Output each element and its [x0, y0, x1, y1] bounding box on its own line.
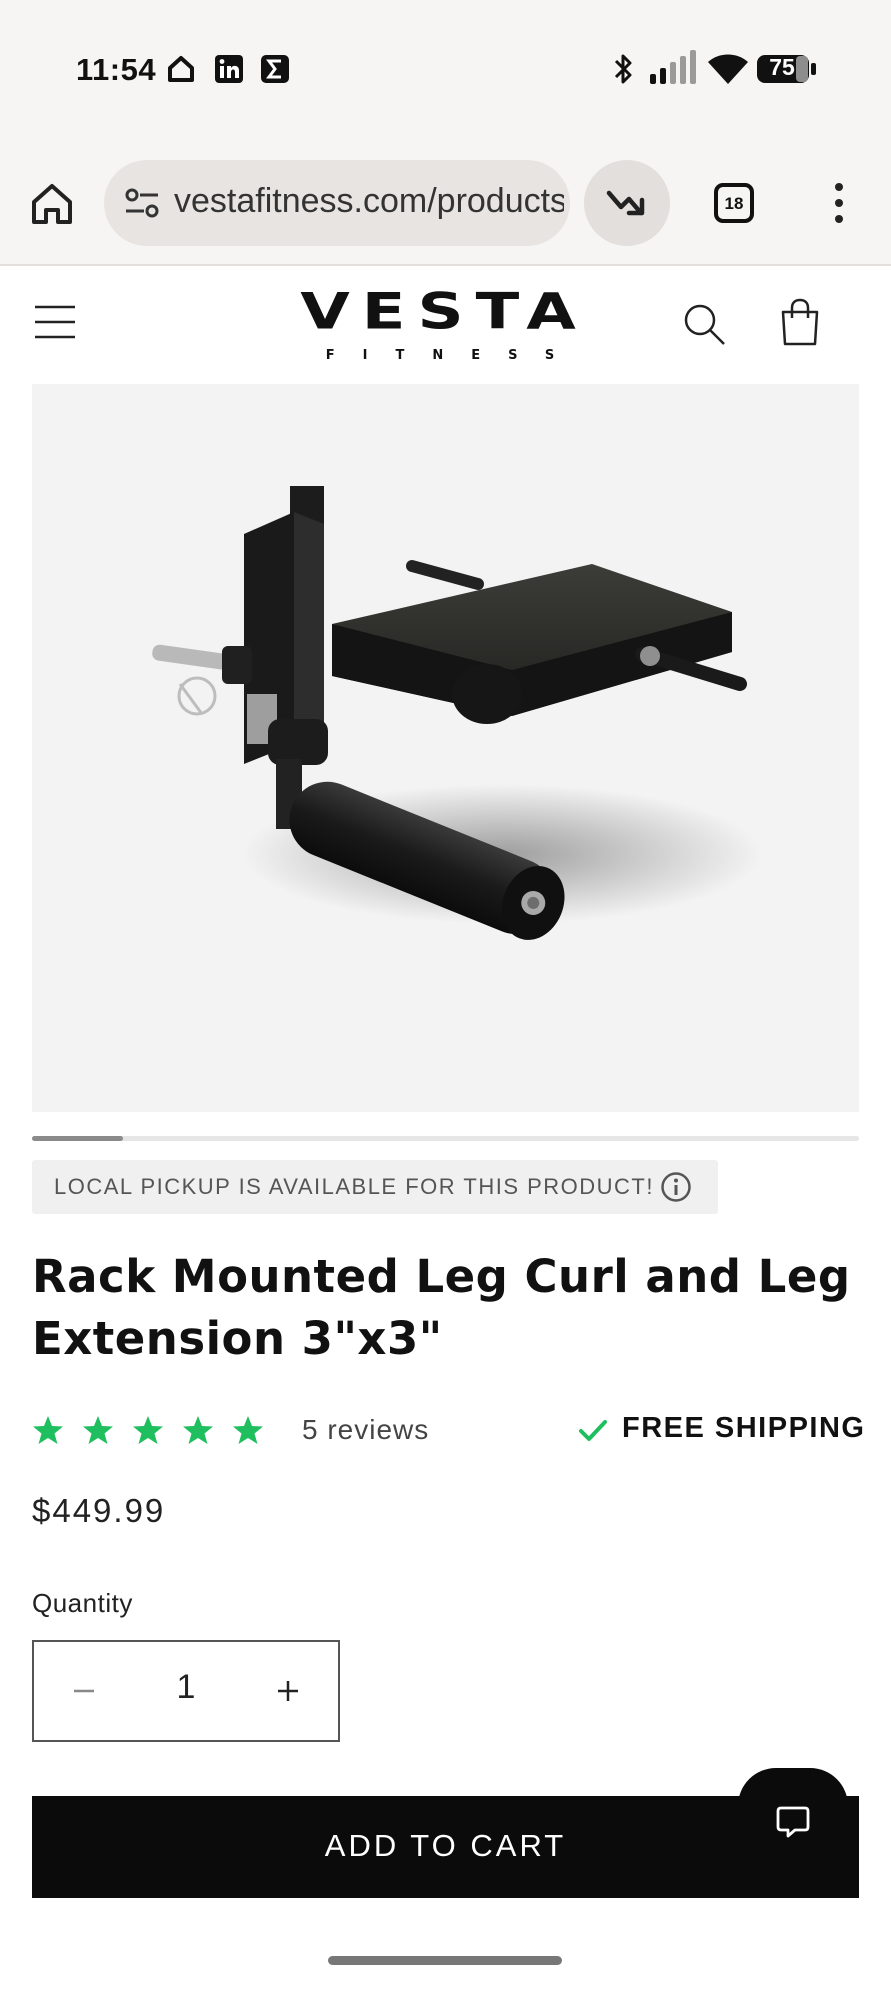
vesta-logo[interactable]: VESTA FITNESS — [258, 283, 630, 370]
more-options-icon[interactable] — [826, 180, 852, 226]
pickup-notice-text: LOCAL PICKUP IS AVAILABLE FOR THIS PRODU… — [54, 1174, 654, 1199]
quantity-stepper: 1 — [32, 1640, 340, 1742]
linkedin-icon — [215, 55, 243, 83]
quantity-input[interactable]: 1 — [134, 1668, 238, 1707]
star-icon — [133, 1416, 163, 1444]
status-bar: 11:54 75 — [0, 0, 891, 150]
product-price: $449.99 — [32, 1492, 166, 1529]
quantity-label: Quantity — [32, 1588, 133, 1618]
chat-bubble-icon — [776, 1806, 810, 1838]
sigma-icon — [261, 55, 289, 83]
bluetooth-icon — [614, 54, 632, 84]
browser-home-button[interactable] — [28, 180, 76, 228]
site-settings-icon[interactable] — [122, 185, 162, 221]
tab-switcher-button[interactable]: 18 — [714, 183, 754, 223]
leg-curl-attachment-image — [152, 486, 762, 940]
hamburger-menu-icon[interactable] — [34, 302, 76, 342]
info-icon[interactable] — [660, 1171, 692, 1203]
star-icon — [233, 1416, 263, 1444]
product-title: Rack Mounted Leg Curl and Leg Extension … — [32, 1250, 851, 1365]
gallery-scroll-thumb[interactable] — [32, 1136, 123, 1141]
chat-button[interactable] — [738, 1768, 848, 1876]
add-to-cart-label: ADD TO CART — [324, 1828, 567, 1863]
url-text: vestafitness.com/products/rack-mounted-l… — [174, 182, 564, 220]
tab-count: 18 — [724, 194, 744, 213]
star-icon — [33, 1416, 63, 1444]
shipping-text: FREE SHIPPING — [622, 1412, 866, 1444]
product-image[interactable] — [32, 384, 859, 1112]
reviews-count-link[interactable]: 5 reviews — [302, 1414, 429, 1446]
logo-wordmark: VESTA — [300, 283, 588, 342]
gesture-home-indicator[interactable] — [328, 1956, 562, 1965]
gallery-scroll-track[interactable] — [32, 1136, 859, 1141]
star-icon — [83, 1416, 113, 1444]
search-icon[interactable] — [682, 302, 726, 346]
logo-subtitle: FITNESS — [325, 348, 583, 363]
price-tracking-button[interactable] — [584, 160, 670, 246]
increase-quantity-button[interactable] — [238, 1642, 338, 1740]
site-header: VESTA FITNESS — [0, 268, 891, 380]
address-bar[interactable]: vestafitness.com/products/rack-mounted-l… — [104, 160, 570, 246]
status-time: 11:54 — [76, 52, 157, 87]
signal-icon — [650, 50, 696, 84]
decrease-quantity-button[interactable] — [34, 1642, 134, 1740]
browser-toolbar: vestafitness.com/products/rack-mounted-l… — [0, 150, 891, 266]
home-icon — [168, 56, 194, 82]
battery-icon: 75 — [756, 50, 818, 88]
star-icon — [183, 1416, 213, 1444]
local-pickup-badge: LOCAL PICKUP IS AVAILABLE FOR THIS PRODU… — [32, 1160, 718, 1214]
add-to-cart-button[interactable]: ADD TO CART — [32, 1796, 859, 1898]
battery-level: 75 — [769, 54, 795, 80]
wifi-icon — [708, 54, 748, 84]
cart-bag-icon[interactable] — [780, 298, 820, 346]
trending-down-icon — [606, 190, 645, 216]
check-icon — [579, 1420, 607, 1441]
